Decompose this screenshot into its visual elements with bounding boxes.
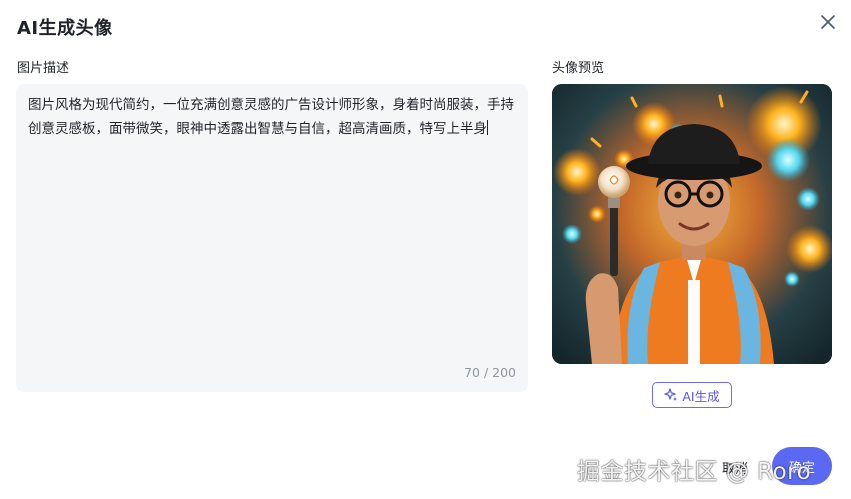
avatar-preview-image — [552, 84, 832, 364]
ai-generate-label: AI生成 — [682, 388, 720, 404]
dialog-title: AI生成头像 — [17, 18, 113, 39]
ai-generate-button[interactable]: AI生成 — [652, 382, 732, 408]
cancel-button[interactable]: 取消 — [706, 451, 764, 483]
description-label: 图片描述 — [17, 61, 70, 76]
text-caret — [487, 120, 488, 135]
preview-label: 头像预览 — [552, 61, 605, 76]
ai-avatar-dialog: AI生成头像 图片描述 头像预览 图片风格为现代简约，一位充满创意灵感的广告设计… — [0, 0, 851, 499]
sparkle-icon — [664, 388, 678, 401]
close-icon[interactable] — [816, 10, 840, 34]
description-text[interactable]: 图片风格为现代简约，一位充满创意灵感的广告设计师形象，身着时尚服装，手持创意灵感… — [28, 97, 514, 137]
confirm-button[interactable]: 确定 — [772, 447, 832, 485]
char-counter: 70 / 200 — [464, 365, 516, 380]
description-textarea[interactable]: 图片风格为现代简约，一位充满创意灵感的广告设计师形象，身着时尚服装，手持创意灵感… — [16, 84, 528, 392]
